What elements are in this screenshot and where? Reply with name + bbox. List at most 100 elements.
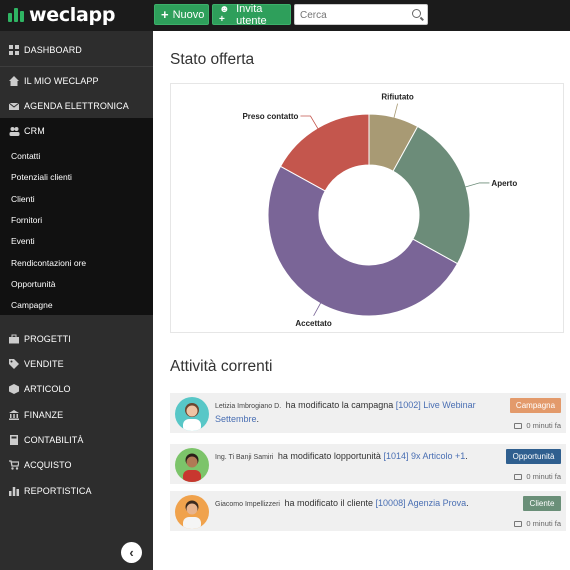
avatar	[175, 495, 209, 529]
comment-icon	[514, 422, 523, 429]
activity-time-label: 0 minuti fa	[526, 421, 561, 430]
dashboard-icon	[9, 45, 19, 55]
donut-chart: Rifiutato Aperto Accettato Preso contatto	[242, 93, 517, 328]
status-badge[interactable]: Campagna	[510, 398, 561, 413]
comment-icon	[514, 520, 523, 527]
activity-tail: .	[465, 451, 468, 461]
slice-label: Preso contatto	[242, 112, 298, 121]
activity-time-label: 0 minuti fa	[526, 472, 561, 481]
activity-time: 0 minuti fa	[514, 519, 561, 528]
sidebar-item-vendite[interactable]: VENDITE	[0, 357, 153, 371]
activity-section-title: Attività correnti	[170, 358, 273, 375]
invite-user-label: Invita utente	[236, 2, 267, 27]
activity-action: ha modificato il cliente	[284, 498, 374, 508]
sidebar-item-label: IL MIO WECLAPP	[24, 76, 99, 86]
sidebar-item-label: ARTICOLO	[24, 384, 71, 394]
calculator-icon	[9, 435, 19, 445]
offer-status-chart: Rifiutato Aperto Accettato Preso contatto	[170, 83, 564, 333]
label-leader-line	[300, 115, 319, 130]
sidebar-subitem-fornitori[interactable]: Fornitori	[11, 215, 42, 225]
divider	[0, 66, 153, 67]
activity-row[interactable]: Giacomo Impellizzeri ha modificato il cl…	[170, 491, 566, 531]
sidebar-subitem-campagne[interactable]: Campagne	[11, 300, 53, 310]
search-input[interactable]	[295, 6, 405, 25]
sidebar-item-agenda[interactable]: AGENDA ELETTRONICA	[0, 99, 153, 113]
sidebar-item-label: VENDITE	[24, 359, 64, 369]
slice-label: Accettato	[295, 319, 332, 328]
activity-time-label: 0 minuti fa	[526, 519, 561, 528]
status-badge[interactable]: Cliente	[523, 496, 561, 511]
search-box	[294, 4, 428, 25]
sidebar-subitem-clienti[interactable]: Clienti	[11, 194, 35, 204]
sidebar-subitem-eventi[interactable]: Eventi	[11, 236, 35, 246]
activity-text: Giacomo Impellizzeri ha modificato il cl…	[215, 497, 500, 511]
sidebar-subitem-opportunita[interactable]: Opportunità	[11, 279, 55, 289]
comment-icon	[514, 473, 523, 480]
slice-label: Aperto	[491, 179, 517, 188]
activity-link[interactable]: [1014] 9x Articolo +1	[383, 451, 465, 461]
activity-action: ha modificato la campagna	[285, 400, 394, 410]
sidebar-item-label: PROGETTI	[24, 334, 71, 344]
tag-icon	[9, 359, 19, 369]
avatar	[175, 397, 209, 431]
sidebar-item-label: CONTABILITÀ	[24, 435, 84, 445]
status-badge[interactable]: Opportunità	[506, 449, 561, 464]
sidebar-item-label: AGENDA ELETTRONICA	[24, 101, 129, 111]
sidebar-item-label: FINANZE	[24, 410, 64, 420]
new-button[interactable]: + Nuovo	[154, 4, 209, 25]
mail-icon	[8, 101, 20, 111]
add-user-icon: ☻+	[219, 3, 230, 25]
label-leader-line	[393, 103, 398, 120]
activity-user[interactable]: Ing. Ti Banji Samiri	[215, 454, 273, 461]
activity-text: Ing. Ti Banji Samiri ha modificato loppo…	[215, 450, 500, 464]
activity-row[interactable]: Ing. Ti Banji Samiri ha modificato loppo…	[170, 444, 566, 484]
chart-section-title: Stato offerta	[170, 51, 255, 68]
home-icon	[9, 76, 19, 86]
cart-icon	[9, 460, 20, 470]
activity-user[interactable]: Letizia Imbrogiano D.	[215, 403, 281, 410]
sidebar-item-finanze[interactable]: FINANZE	[0, 408, 153, 422]
main-content: Stato offerta Rifiutato Aperto Accettato Pr…	[153, 31, 570, 570]
label-leader-line	[313, 301, 322, 316]
sidebar: DASHBOARD IL MIO WECLAPP AGENDA ELETTRON…	[0, 31, 153, 570]
sidebar-item-dashboard[interactable]: DASHBOARD	[0, 43, 153, 57]
activity-time: 0 minuti fa	[514, 472, 561, 481]
sidebar-item-acquisto[interactable]: ACQUISTO	[0, 458, 153, 472]
sidebar-subitem-rendicontazioni-ore[interactable]: Rendicontazioni ore	[11, 258, 86, 268]
activity-time: 0 minuti fa	[514, 421, 561, 430]
plus-icon: +	[161, 7, 169, 22]
activity-user[interactable]: Giacomo Impellizzeri	[215, 501, 280, 508]
sidebar-item-crm[interactable]: CRM	[0, 124, 153, 138]
label-leader-line	[463, 182, 490, 188]
sidebar-item-label: REPORTISTICA	[24, 486, 92, 496]
avatar	[175, 448, 209, 482]
briefcase-icon	[9, 334, 19, 344]
chevron-left-icon: ‹	[129, 545, 134, 560]
sidebar-item-reportistica[interactable]: REPORTISTICA	[0, 484, 153, 498]
sidebar-item-contabilita[interactable]: CONTABILITÀ	[0, 433, 153, 447]
activity-tail: .	[466, 498, 469, 508]
activity-row[interactable]: Letizia Imbrogiano D. ha modificato la c…	[170, 393, 566, 433]
bank-icon	[9, 410, 19, 420]
app-logo[interactable]: weclapp	[8, 4, 115, 26]
sidebar-subitem-contatti[interactable]: Contatti	[11, 151, 40, 161]
sidebar-item-label: DASHBOARD	[24, 45, 82, 55]
cube-icon	[9, 384, 19, 394]
sidebar-subitem-potenziali-clienti[interactable]: Potenziali clienti	[11, 172, 72, 182]
sidebar-item-articolo[interactable]: ARTICOLO	[0, 382, 153, 396]
activity-text: Letizia Imbrogiano D. ha modificato la c…	[215, 399, 500, 425]
collapse-sidebar-button[interactable]: ‹	[121, 542, 142, 563]
search-icon[interactable]	[412, 9, 421, 18]
weclapp-logo-icon	[8, 8, 24, 22]
sidebar-item-il-mio-weclapp[interactable]: IL MIO WECLAPP	[0, 74, 153, 88]
invite-user-button[interactable]: ☻+ Invita utente	[212, 2, 291, 27]
activity-tail: .	[256, 414, 260, 424]
crm-section: CRM Contatti Potenziali clienti Clienti …	[0, 118, 153, 315]
activity-link[interactable]: [10008] Agenzia Prova	[376, 498, 467, 508]
bar-chart-icon	[9, 486, 19, 496]
activity-action: ha modificato lopportunità	[277, 451, 381, 461]
logo-text: weclapp	[29, 4, 116, 26]
sidebar-item-progetti[interactable]: PROGETTI	[0, 332, 153, 346]
users-icon	[9, 126, 20, 136]
sidebar-item-label: ACQUISTO	[24, 460, 72, 470]
